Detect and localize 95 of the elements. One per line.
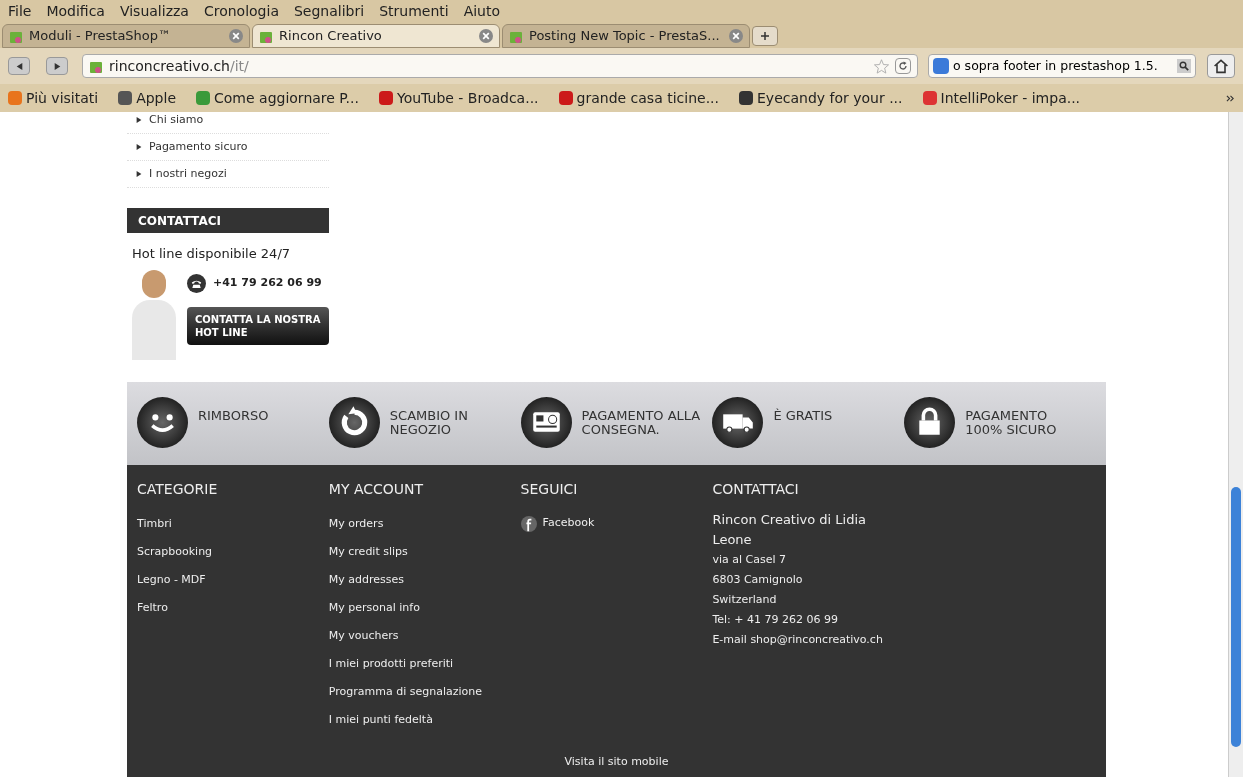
close-icon[interactable] — [729, 29, 743, 43]
company-name: Rincon Creativo di Lidia Leone — [712, 510, 868, 549]
bookmark-icon — [922, 91, 937, 105]
footer-heading: MY ACCOUNT — [328, 479, 425, 499]
plus-icon — [760, 31, 770, 41]
footer-link[interactable]: I miei punti fedeltà — [328, 705, 433, 734]
footer-heading: SEGUICI — [520, 479, 579, 499]
bookmark-icon — [196, 91, 210, 105]
bookmark-icon — [558, 91, 573, 105]
tab-title: Moduli - PrestaShop™ — [29, 27, 173, 46]
menu-item[interactable]: Visualizza — [119, 0, 189, 22]
footer-link[interactable]: I miei prodotti preferiti — [328, 649, 454, 678]
card-icon — [520, 396, 572, 448]
browser-tab[interactable]: Moduli - PrestaShop™ — [2, 24, 250, 48]
star-icon[interactable] — [874, 58, 889, 74]
feature-label: È GRATIS — [773, 408, 834, 425]
search-field[interactable]: o sopra footer in prestashop 1.5. — [928, 54, 1196, 78]
feature-label: RIMBORSO — [198, 408, 270, 425]
close-icon[interactable] — [229, 29, 243, 43]
address-line: 6803 Camignolo — [712, 571, 803, 588]
triangle-icon — [136, 144, 142, 150]
address-bar[interactable]: rinconcreativo.ch/it/ — [82, 54, 918, 78]
hotline-button[interactable]: CONTATTA LA NOSTRA HOT LINE — [187, 306, 329, 345]
address-line: via al Casel 7 — [712, 551, 786, 568]
scrollbar[interactable] — [1228, 112, 1243, 777]
footer-heading: CATEGORIE — [137, 479, 219, 499]
triangle-icon — [136, 171, 142, 177]
bookmark-link[interactable]: Come aggiornare P... — [214, 87, 359, 109]
address-line: Switzerland — [712, 591, 777, 608]
phone-number: +41 79 262 06 99 — [213, 274, 322, 291]
menu-item[interactable]: Cronologia — [203, 0, 279, 22]
bookmark-link[interactable]: Apple — [136, 87, 176, 109]
hotline-text: Hot line disponibile 24/7 — [132, 245, 292, 263]
menu-item[interactable]: Aiuto — [463, 0, 501, 22]
search-text: o sopra footer in prestashop 1.5. — [953, 56, 1159, 75]
bookmark-link[interactable]: grande casa ticine... — [576, 87, 719, 109]
footer-link[interactable]: Legno - MDF — [137, 565, 206, 594]
search-icon[interactable] — [1177, 59, 1191, 73]
search-engine-icon[interactable] — [933, 58, 949, 74]
menu-item[interactable]: Modifica — [46, 0, 105, 22]
refresh-icon — [328, 396, 380, 448]
browser-tab[interactable]: Posting New Topic - PrestaS... — [502, 24, 750, 48]
bookmark-icon — [118, 91, 133, 105]
tab-title: Posting New Topic - PrestaS... — [529, 27, 721, 46]
address-line: E-mail shop@rinconcreativo.ch — [712, 631, 883, 648]
footer-link[interactable]: Programma di segnalazione — [328, 677, 482, 706]
bookmark-link[interactable]: Eyecandy for your ... — [757, 87, 903, 109]
chevrons-icon[interactable] — [1226, 93, 1235, 103]
feature-label: PAGAMENTO ALLA CONSEGNA. — [581, 408, 702, 439]
address-line: Tel: + 41 79 262 06 99 — [712, 611, 838, 628]
triangle-icon — [136, 117, 142, 123]
footer-link[interactable]: My orders — [328, 509, 384, 538]
facebook-icon — [520, 515, 537, 532]
feature-label: SCAMBIO IN NEGOZIO — [389, 408, 469, 439]
phone-icon — [187, 273, 206, 293]
forward-button[interactable] — [46, 57, 68, 75]
smiley-icon — [137, 396, 188, 448]
bookmark-icon — [8, 91, 22, 105]
close-icon[interactable] — [479, 29, 493, 43]
home-button[interactable] — [1207, 54, 1235, 78]
menu-item[interactable]: File — [8, 0, 32, 22]
padlock-icon — [904, 396, 956, 448]
footer-heading: CONTATTACI — [712, 479, 800, 499]
sidebar-link[interactable]: Pagamento sicuro — [149, 138, 248, 156]
footer-link[interactable]: Scrapbooking — [137, 537, 213, 566]
home-icon — [1213, 58, 1229, 74]
section-header: CONTATTACI — [127, 208, 329, 233]
bookmark-icon — [739, 91, 753, 105]
feature-label: PAGAMENTO 100% SICURO — [965, 408, 1058, 439]
new-tab-button[interactable] — [752, 26, 778, 46]
left-arrow-icon — [15, 62, 23, 70]
footer-link[interactable]: Facebook — [542, 515, 595, 532]
bookmark-link[interactable]: Più visitati — [26, 87, 99, 109]
footer-link[interactable]: My addresses — [328, 565, 404, 594]
menu-item[interactable]: Segnalibri — [293, 0, 365, 22]
bookmark-icon — [378, 91, 393, 105]
sidebar-link[interactable]: Chi siamo — [149, 111, 204, 129]
reload-button[interactable] — [895, 58, 911, 74]
footer-link[interactable]: My personal info — [328, 593, 420, 622]
tab-title: Rincon Creativo — [279, 27, 383, 46]
url-text: rinconcreativo.ch/it/ — [109, 56, 250, 76]
bookmark-link[interactable]: IntelliPoker - impa... — [940, 87, 1081, 109]
bookmark-link[interactable]: YouTube - Broadca... — [396, 87, 539, 109]
footer-link[interactable]: My credit slips — [328, 537, 408, 566]
mobile-site-link[interactable]: Visita il sito mobile — [564, 753, 669, 770]
footer-link[interactable]: Timbri — [137, 509, 172, 538]
menu-item[interactable]: Strumenti — [379, 0, 449, 22]
sidebar-link[interactable]: I nostri negozi — [149, 165, 227, 183]
reload-icon — [898, 61, 908, 71]
footer-link[interactable]: My vouchers — [328, 621, 399, 650]
footer-link[interactable]: Feltro — [137, 593, 168, 622]
browser-tab[interactable]: Rincon Creativo — [252, 24, 500, 48]
right-arrow-icon — [53, 62, 61, 70]
truck-icon — [712, 396, 764, 448]
back-button[interactable] — [8, 57, 30, 75]
